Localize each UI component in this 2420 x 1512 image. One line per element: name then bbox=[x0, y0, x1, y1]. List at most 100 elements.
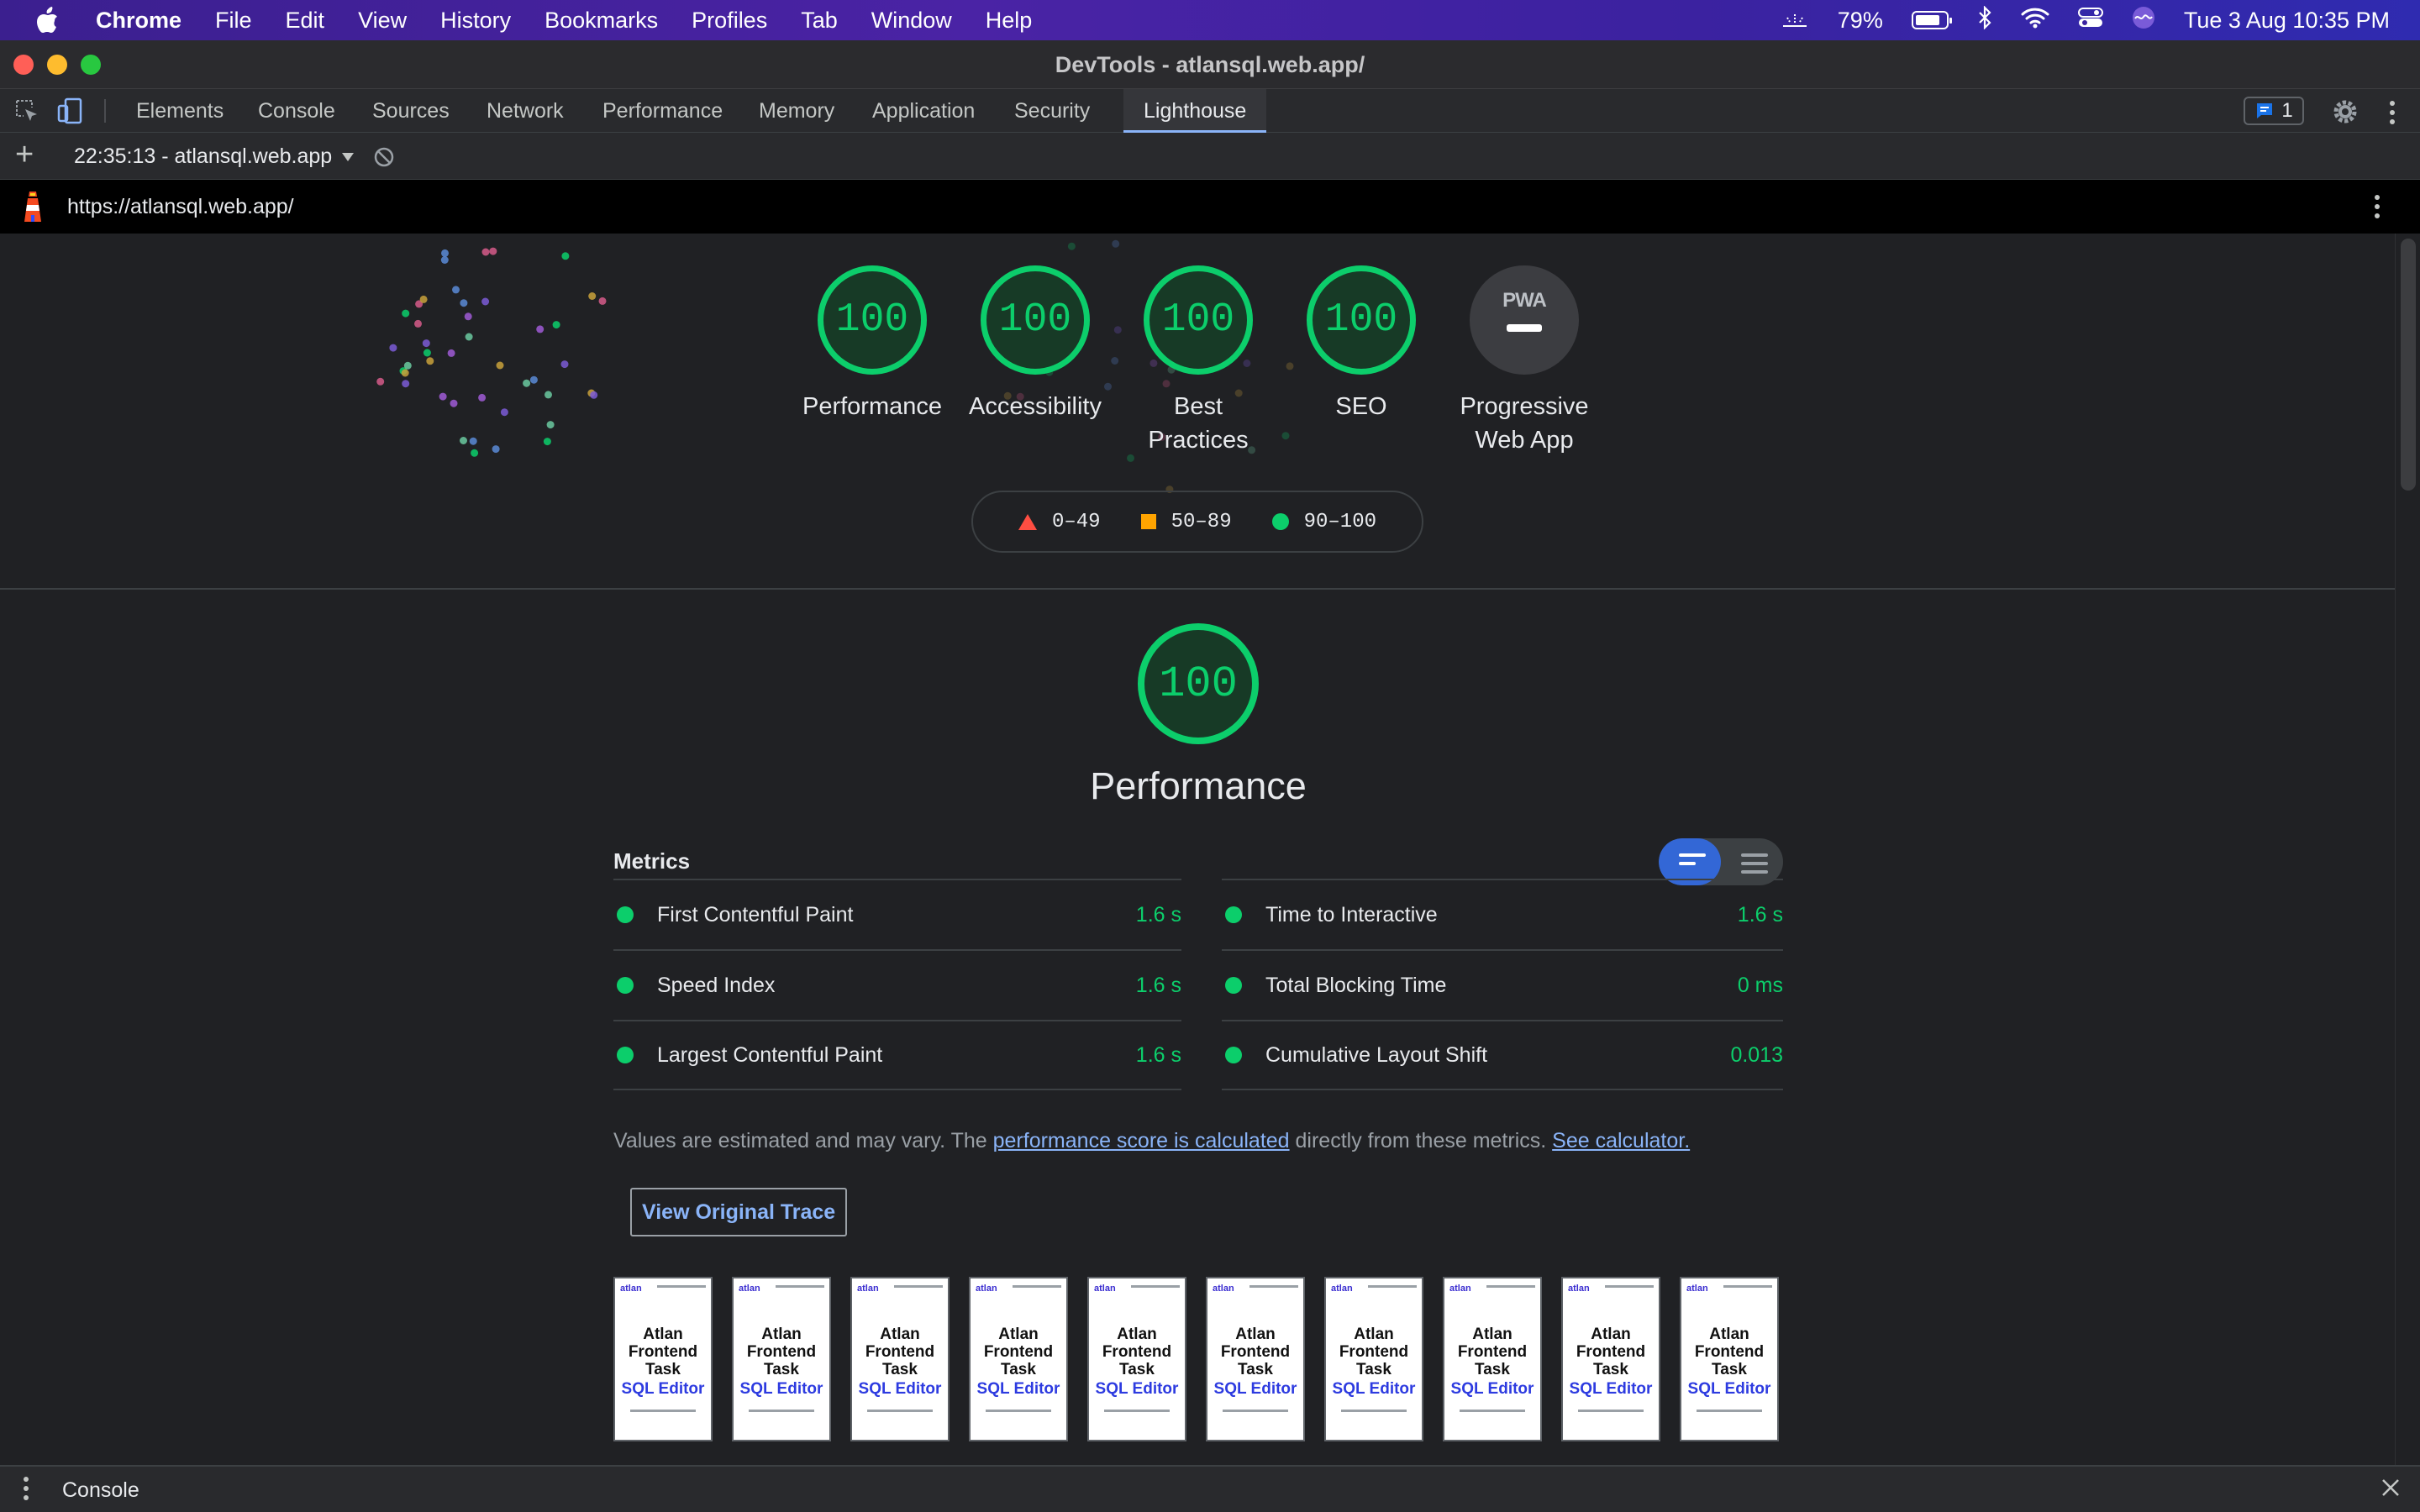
firework-dot bbox=[544, 391, 552, 399]
metric-name: Total Blocking Time bbox=[1265, 973, 1447, 997]
report-selector[interactable]: 22:35:13 - atlansql.web.app bbox=[74, 144, 355, 169]
filmstrip-frame: atlan Atlan Frontend Task SQL Editor bbox=[1324, 1277, 1423, 1441]
filmstrip-frame: atlan Atlan Frontend Task SQL Editor bbox=[969, 1277, 1068, 1441]
report-menu-icon[interactable] bbox=[2375, 195, 2380, 218]
firework-dot bbox=[546, 421, 555, 429]
frame-title-line: Task bbox=[1238, 1361, 1273, 1378]
tab-sources[interactable]: Sources bbox=[372, 89, 450, 133]
menu-help[interactable]: Help bbox=[986, 8, 1033, 34]
frame-nav bbox=[1605, 1285, 1654, 1288]
frame-title-line: Atlan bbox=[880, 1326, 920, 1343]
menu-tab[interactable]: Tab bbox=[801, 8, 838, 34]
firework-dot bbox=[598, 297, 607, 305]
tab-network[interactable]: Network bbox=[487, 89, 564, 133]
firework-dot bbox=[452, 286, 460, 294]
metric-value: 0 ms bbox=[1737, 973, 1783, 997]
frame-title-line: Atlan bbox=[1117, 1326, 1157, 1343]
category-performance[interactable]: 100 Performance bbox=[788, 265, 956, 423]
firework-dot bbox=[1281, 432, 1290, 440]
frame-brand: atlan bbox=[1568, 1284, 1590, 1294]
menu-history[interactable]: History bbox=[440, 8, 511, 34]
tab-console[interactable]: Console bbox=[258, 89, 335, 133]
firework-dot bbox=[414, 319, 422, 328]
tab-performance[interactable]: Performance bbox=[602, 89, 723, 133]
scrollbar-thumb[interactable] bbox=[2401, 239, 2416, 491]
menu-app-name[interactable]: Chrome bbox=[96, 8, 182, 34]
menu-view[interactable]: View bbox=[358, 8, 407, 34]
report-url[interactable]: https://atlansql.web.app/ bbox=[67, 195, 294, 219]
tab-application[interactable]: Application bbox=[872, 89, 975, 133]
device-toolbar-icon[interactable] bbox=[57, 97, 84, 124]
frame-nav bbox=[776, 1285, 824, 1288]
frame-title: Atlan Frontend Task bbox=[1444, 1326, 1540, 1378]
bluetooth-icon[interactable] bbox=[1977, 4, 1992, 35]
new-report-plus-icon[interactable]: + bbox=[15, 138, 34, 171]
clear-reports-icon[interactable] bbox=[373, 146, 395, 168]
frame-title-line: Atlan bbox=[998, 1326, 1039, 1343]
firework-dot bbox=[440, 256, 449, 264]
menu-profiles[interactable]: Profiles bbox=[692, 8, 767, 34]
frame-title-line: Frontend bbox=[1220, 1343, 1291, 1361]
pass-dot-icon bbox=[617, 977, 634, 994]
devtools-menu-icon[interactable] bbox=[2390, 101, 2395, 124]
tab-elements[interactable]: Elements bbox=[136, 89, 224, 133]
tab-lighthouse[interactable]: Lighthouse bbox=[1123, 89, 1267, 133]
vertical-scrollbar[interactable] bbox=[2395, 234, 2420, 1465]
frame-title-line: Frontend bbox=[1694, 1343, 1765, 1361]
frame-brand: atlan bbox=[1449, 1284, 1471, 1294]
control-center-icon[interactable] bbox=[2077, 7, 2103, 34]
drawer-tab-console[interactable]: Console bbox=[62, 1478, 139, 1503]
category-accessibility[interactable]: 100 Accessibility bbox=[951, 265, 1119, 423]
firework-dot bbox=[1112, 239, 1120, 248]
frame-brand: atlan bbox=[1213, 1284, 1234, 1294]
frame-subtitle: SQL Editor bbox=[858, 1380, 942, 1398]
menu-file[interactable]: File bbox=[215, 8, 252, 34]
firework-dot bbox=[439, 392, 447, 401]
issues-badge[interactable]: 1 bbox=[2244, 97, 2304, 125]
scanner-icon[interactable] bbox=[1781, 8, 1809, 34]
frame-title-line: Atlan bbox=[1354, 1326, 1394, 1343]
expanded-view-icon[interactable] bbox=[1741, 853, 1768, 874]
frame-subtitle: SQL Editor bbox=[739, 1380, 823, 1398]
frame-caption bbox=[1578, 1410, 1644, 1412]
menu-edit[interactable]: Edit bbox=[286, 8, 325, 34]
frame-title-line: Task bbox=[764, 1361, 799, 1378]
close-drawer-icon[interactable] bbox=[2380, 1477, 2402, 1499]
console-drawer: Console bbox=[0, 1465, 2420, 1512]
frame-nav bbox=[894, 1285, 943, 1288]
frame-caption bbox=[1104, 1410, 1170, 1412]
category-pwa[interactable]: PWA Progressive Web App bbox=[1440, 265, 1608, 457]
apple-logo-icon[interactable] bbox=[35, 6, 60, 34]
tab-memory[interactable]: Memory bbox=[759, 89, 834, 133]
legend-label: 50–89 bbox=[1171, 510, 1232, 533]
frame-title: Atlan Frontend Task bbox=[852, 1326, 948, 1378]
lighthouse-logo-icon bbox=[20, 190, 45, 223]
category-label: Performance bbox=[802, 393, 942, 420]
category-seo[interactable]: 100 SEO bbox=[1277, 265, 1445, 423]
legend-label: 90–100 bbox=[1303, 510, 1377, 533]
siri-icon[interactable] bbox=[2132, 6, 2155, 35]
firework-dot bbox=[588, 292, 597, 300]
battery-icon[interactable] bbox=[1911, 11, 1952, 29]
metrics-right-column: Time to Interactive 1.6 s Total Blocking… bbox=[1222, 879, 1783, 1090]
tab-security[interactable]: Security bbox=[1014, 89, 1090, 133]
firework-dot bbox=[419, 295, 428, 303]
settings-gear-icon[interactable] bbox=[2331, 97, 2360, 126]
score-calculation-link[interactable]: performance score is calculated bbox=[993, 1129, 1290, 1152]
frame-subtitle: SQL Editor bbox=[976, 1380, 1060, 1398]
see-calculator-link[interactable]: See calculator. bbox=[1552, 1129, 1690, 1152]
menu-bookmarks[interactable]: Bookmarks bbox=[544, 8, 658, 34]
frame-subtitle: SQL Editor bbox=[1095, 1380, 1179, 1398]
clock[interactable]: Tue 3 Aug 10:35 PM bbox=[2184, 8, 2390, 34]
view-original-trace-button[interactable]: View Original Trace bbox=[630, 1188, 848, 1236]
firework-dot bbox=[1067, 242, 1076, 250]
inspect-element-icon[interactable] bbox=[13, 97, 40, 124]
frame-subtitle: SQL Editor bbox=[1450, 1380, 1534, 1398]
filmstrip-frame: atlan Atlan Frontend Task SQL Editor bbox=[1206, 1277, 1305, 1441]
category-best-practices[interactable]: 100 Best Practices bbox=[1114, 265, 1282, 457]
category-label: Accessibility bbox=[969, 393, 1102, 420]
wifi-icon[interactable] bbox=[2021, 7, 2049, 34]
frame-caption bbox=[1223, 1410, 1288, 1412]
drawer-menu-icon[interactable] bbox=[24, 1477, 29, 1500]
menu-window[interactable]: Window bbox=[871, 8, 952, 34]
